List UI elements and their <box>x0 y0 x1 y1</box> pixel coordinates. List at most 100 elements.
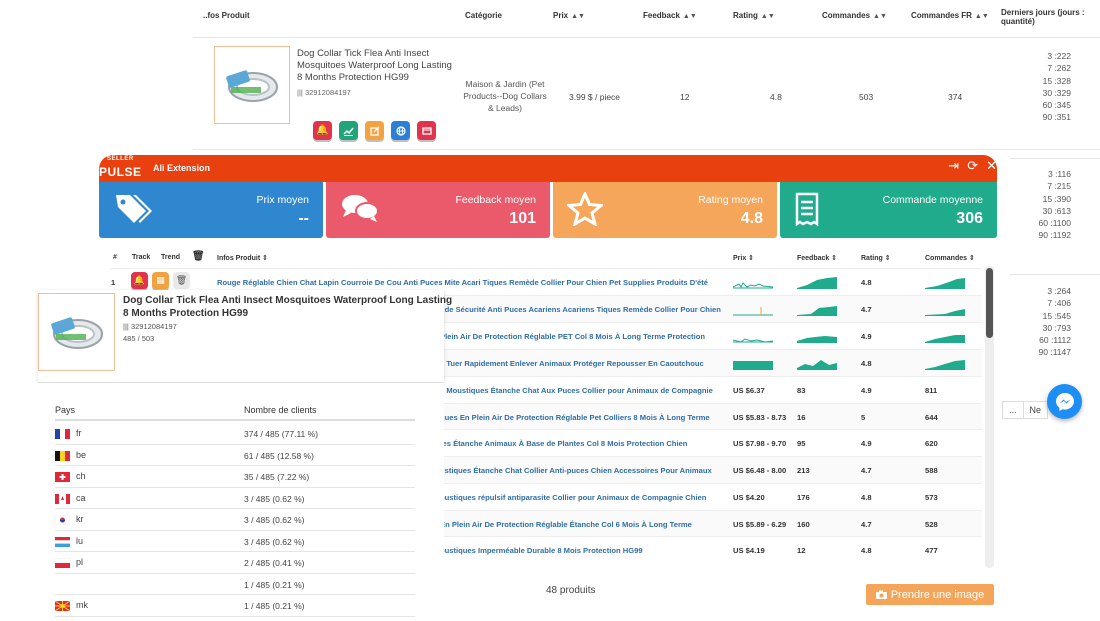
product-title[interactable]: Dog Collar Tick Flea Anti Insect Mosquit… <box>297 48 457 84</box>
pagination-next[interactable]: Ne <box>1022 401 1049 419</box>
flag-ca-icon <box>55 493 70 504</box>
col-ext-feedback[interactable]: Feedback ⇕ <box>797 254 837 262</box>
row-orders: 811 <box>925 386 938 395</box>
row-orders: 588 <box>925 466 938 476</box>
col-info[interactable]: Infos Produit ⇕ <box>217 254 268 262</box>
row-feedback: 213 <box>797 466 810 476</box>
stat-average-price: Prix moyen -- <box>99 182 323 238</box>
row-title[interactable]: ques En Plein Air De Protection Réglable… <box>440 413 730 422</box>
store-icon[interactable] <box>417 121 436 140</box>
scrollbar-thumb[interactable] <box>986 268 993 338</box>
chart-icon[interactable] <box>339 121 358 140</box>
row-title[interactable]: ustiques Étanche Chat Collier Anti-puces… <box>440 466 730 475</box>
product-actions: 🔔 <box>313 121 436 140</box>
flag-be-icon <box>55 450 70 461</box>
flag-lu-icon <box>55 536 70 547</box>
barcode-icon: ||| <box>123 322 129 331</box>
row-divider <box>1010 274 1100 275</box>
col-track: Track <box>132 254 151 261</box>
stat-average-orders: Commande moyenne 306 <box>780 182 997 238</box>
collar-image-icon <box>226 70 278 102</box>
row-title[interactable]: - de Sécurité Anti Puces Acariens Acarie… <box>440 305 730 314</box>
row-rating: 5 <box>861 412 866 422</box>
country-row: fr 374 / 485 (77.11 %) <box>55 423 415 445</box>
row-price: US $4.20 <box>733 492 765 502</box>
capture-image-button[interactable]: Prendre une image <box>866 584 994 605</box>
row-orders: 528 <box>925 519 938 529</box>
popover-ratio: 485 / 503 <box>123 334 155 343</box>
country-row: mk 1 / 485 (0.21 %) <box>55 595 415 617</box>
star-icon <box>565 190 605 231</box>
trash-icon[interactable]: 🗑 <box>173 272 190 289</box>
pagination-ellipsis[interactable]: ... <box>1002 401 1024 419</box>
col-orders-fr[interactable]: Commandes FR ▲▼ <box>911 11 989 20</box>
row-title[interactable]: Plein Air De Protection Réglable PET Col… <box>440 332 730 341</box>
row-title[interactable]: En Plein Air De Protection Réglable Étan… <box>440 520 730 529</box>
country-row: ca 3 / 485 (0.62 %) <box>55 488 415 509</box>
flag-kr-icon <box>55 515 70 525</box>
flag-ch-icon <box>55 472 70 482</box>
stat-average-feedback: Feedback moyen 101 <box>326 182 550 238</box>
row-price: US $6.37 <box>733 386 765 395</box>
product-popover: Dog Collar Tick Flea Anti Insect Mosquit… <box>38 290 452 382</box>
row-price: US $7.98 - 9.70 <box>733 439 787 449</box>
col-product: ..fos Produit <box>203 11 250 20</box>
col-rating[interactable]: Rating ▲▼ <box>733 11 775 20</box>
feedback-sparkline <box>797 336 837 343</box>
col-orders[interactable]: Commandes ▲▼ <box>822 11 887 20</box>
row-title[interactable]: s Tuer Rapidement Enlever Animaux Protég… <box>440 359 730 368</box>
row-title[interactable]: oustiques Imperméable Durable 8 Mois Pro… <box>440 546 730 555</box>
col-ext-rating[interactable]: Rating ⇕ <box>861 254 891 262</box>
row-rating: 4.9 <box>861 386 872 395</box>
orders-sparkline <box>925 278 965 289</box>
messenger-icon[interactable] <box>1047 384 1082 419</box>
col-clients: Nombre de clients <box>244 405 317 415</box>
col-ext-orders[interactable]: Commandes ⇕ <box>925 254 975 262</box>
product-count: 48 produits <box>546 585 596 596</box>
feedback-sparkline <box>797 360 837 370</box>
country-row: pl 2 / 485 (0.41 %) <box>55 552 415 574</box>
col-trend: Trend <box>161 254 181 261</box>
row-title[interactable]: oustiques répulsif antiparasite Collier … <box>440 493 730 502</box>
col-price[interactable]: Prix ▲▼ <box>553 11 585 20</box>
bell-icon[interactable]: 🔔 <box>313 121 332 140</box>
flag-fr-icon <box>55 429 70 439</box>
product-feedback: 12 <box>680 92 690 102</box>
row-feedback: 83 <box>797 386 806 395</box>
row-orders: 644 <box>925 412 938 422</box>
country-row: 1 / 485 (0.21 %) <box>55 574 415 595</box>
flag-mk-icon <box>55 601 70 611</box>
close-icon[interactable]: ✕ <box>986 158 997 174</box>
receipt-icon <box>794 192 820 231</box>
camera-icon <box>875 590 887 599</box>
row-number: 1 <box>111 278 116 287</box>
row-price: US $5.89 - 6.29 <box>733 519 787 529</box>
orders-sparkline <box>925 360 965 370</box>
orders-sparkline <box>925 335 965 343</box>
row-rating: 4.8 <box>861 492 872 502</box>
list-scrollbar[interactable] <box>985 266 994 568</box>
col-num: # <box>113 254 117 261</box>
col-ext-price[interactable]: Prix ⇕ <box>733 254 754 262</box>
row-title[interactable]: Rouge Réglable Chien Chat Lapin Courroie… <box>217 278 730 287</box>
price-sparkline <box>733 361 773 370</box>
refresh-icon[interactable]: ⟳ <box>967 158 978 174</box>
price-sparkline <box>733 338 773 343</box>
country-breakdown: Pays Nombre de clients fr 374 / 485 (77.1… <box>38 382 444 621</box>
trash-icon[interactable]: 🗑 <box>192 251 205 262</box>
logout-icon[interactable]: ⇥ <box>948 158 959 174</box>
globe-icon[interactable] <box>391 121 410 140</box>
bell-icon[interactable]: 🔔 <box>131 272 148 289</box>
product-category: Maison & Jardin (Pet Products--Dog Colla… <box>463 79 547 113</box>
col-category[interactable]: Catégorie <box>465 11 502 20</box>
row-title[interactable]: s Moustiques Étanche Chat Aux Puces Coll… <box>440 386 730 395</box>
country-row: lu 3 / 485 (0.62 %) <box>55 531 415 552</box>
pagination: ... Ne <box>1002 401 1049 419</box>
col-feedback[interactable]: Feedback ▲▼ <box>643 11 697 20</box>
flag-pl-icon <box>55 558 70 568</box>
row-price: US $6.48 - 8.00 <box>733 466 787 476</box>
product-thumbnail[interactable] <box>214 46 290 124</box>
grid-icon[interactable]: ▦ <box>152 272 169 289</box>
row-title[interactable]: tes Étanche Animaux À Base de Plantes Co… <box>440 439 730 448</box>
external-link-icon[interactable] <box>365 121 384 140</box>
